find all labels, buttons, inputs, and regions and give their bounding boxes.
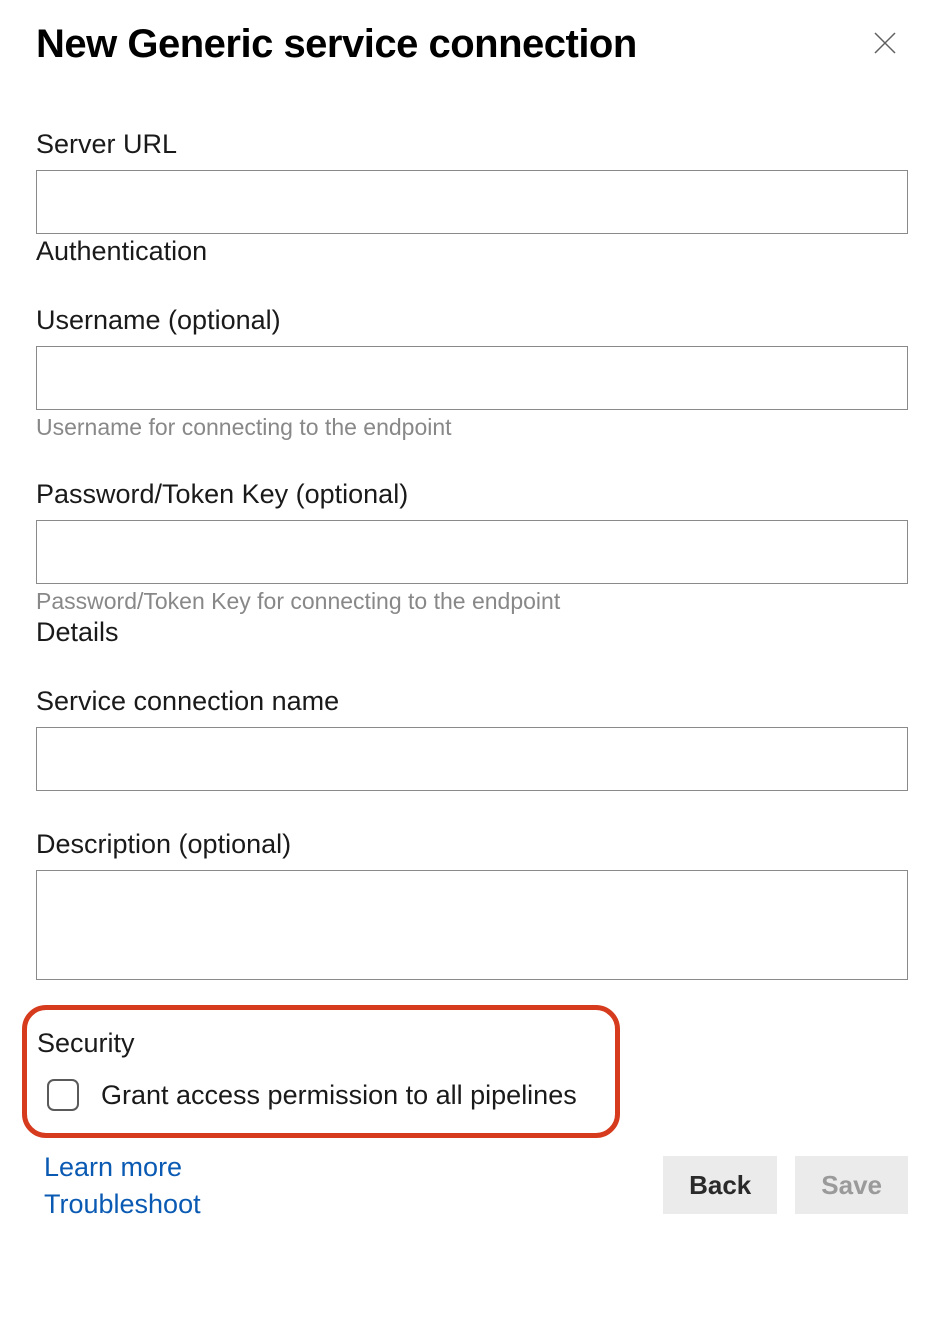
username-help: Username for connecting to the endpoint [36, 414, 908, 441]
security-heading: Security [37, 1028, 605, 1059]
password-label: Password/Token Key (optional) [36, 479, 908, 510]
conn-name-input[interactable] [36, 727, 908, 791]
close-button[interactable] [862, 20, 908, 69]
grant-access-label: Grant access permission to all pipelines [101, 1080, 577, 1111]
conn-name-label: Service connection name [36, 686, 908, 717]
password-help: Password/Token Key for connecting to the… [36, 588, 908, 615]
footer-links: Learn more Troubleshoot [44, 1152, 201, 1220]
server-url-input[interactable] [36, 170, 908, 234]
description-label: Description (optional) [36, 829, 908, 860]
security-section: Security Grant access permission to all … [22, 1005, 620, 1138]
username-field: Username (optional) Username for connect… [36, 305, 908, 441]
description-field: Description (optional) [36, 829, 908, 985]
close-icon [870, 28, 900, 58]
footer-buttons: Back Save [663, 1156, 908, 1214]
description-input[interactable] [36, 870, 908, 980]
conn-name-field: Service connection name [36, 686, 908, 791]
username-label: Username (optional) [36, 305, 908, 336]
server-url-label: Server URL [36, 129, 908, 160]
grant-access-row: Grant access permission to all pipelines [37, 1079, 605, 1111]
save-button[interactable]: Save [795, 1156, 908, 1214]
authentication-heading: Authentication [36, 236, 908, 267]
password-input[interactable] [36, 520, 908, 584]
password-field: Password/Token Key (optional) Password/T… [36, 479, 908, 615]
username-input[interactable] [36, 346, 908, 410]
server-url-field: Server URL [36, 129, 908, 234]
dialog-title: New Generic service connection [36, 22, 637, 67]
dialog-footer: Learn more Troubleshoot Back Save [36, 1152, 908, 1220]
dialog-header: New Generic service connection [36, 20, 908, 69]
details-heading: Details [36, 617, 908, 648]
learn-more-link[interactable]: Learn more [44, 1152, 201, 1183]
grant-access-checkbox[interactable] [47, 1079, 79, 1111]
back-button[interactable]: Back [663, 1156, 777, 1214]
troubleshoot-link[interactable]: Troubleshoot [44, 1189, 201, 1220]
